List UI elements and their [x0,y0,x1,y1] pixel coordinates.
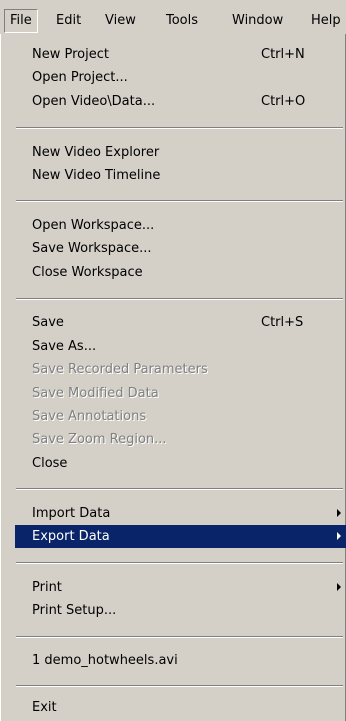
menu-item-label: Save Workspace... [32,241,152,256]
menu-item-new-video-explorer[interactable]: New Video Explorer [15,141,346,164]
menu-file[interactable]: File [4,9,38,33]
menu-item-label: Close Workspace [32,265,143,280]
menu-separator [16,562,343,564]
menu-item-label: 1 demo_hotwheels.avi [32,653,178,668]
menu-item-label: Save Zoom Region... [32,432,167,447]
menu-item-save-zoom-region: Save Zoom Region... [15,428,346,451]
menu-item-export-data[interactable]: Export Data [15,525,346,548]
menu-item-label: Exit [32,700,57,715]
menu-edit[interactable]: Edit [56,11,81,31]
menu-item-close[interactable]: Close [15,452,346,475]
menu-item-label: New Video Timeline [32,168,161,183]
menu-item-open-workspace[interactable]: Open Workspace... [15,214,346,237]
menu-item-open-project[interactable]: Open Project... [15,66,346,89]
submenu-arrow-icon [337,532,341,540]
menu-item-label: Save [32,315,64,330]
menu-item-label: Open Video\Data... [32,94,156,109]
menu-item-label: Print [32,580,62,595]
menu-separator [16,685,343,687]
menu-bar: File Edit View Tools Window Help [0,0,346,34]
menu-separator [16,298,343,300]
menu-item-shortcut: Ctrl+N [261,47,305,62]
dropdown-edge-left [0,34,1,721]
menu-item-save-annotations: Save Annotations [15,405,346,428]
menu-item-new-video-timeline[interactable]: New Video Timeline [15,164,346,187]
menu-separator [16,636,343,638]
menu-item-save-workspace[interactable]: Save Workspace... [15,237,346,260]
menu-item-label: Open Workspace... [32,218,155,233]
menu-item-exit[interactable]: Exit [15,696,346,719]
menu-item-label: Save As... [32,339,97,354]
menu-item-label: New Project [32,47,109,62]
menu-window[interactable]: Window [232,11,283,31]
menu-item-print[interactable]: Print [15,576,346,599]
menu-separator [16,127,343,129]
menu-separator [16,488,343,490]
menu-item-label: Print Setup... [32,603,117,618]
menu-item-label: Open Project... [32,70,128,85]
menu-view[interactable]: View [105,11,136,31]
menu-item-save-recorded-parameters: Save Recorded Parameters [15,358,346,381]
submenu-arrow-icon [337,583,341,591]
menu-item-label: Import Data [32,506,111,521]
menu-item-new-project[interactable]: New Project Ctrl+N [15,43,346,66]
menu-item-shortcut: Ctrl+O [261,94,306,109]
menu-item-close-workspace[interactable]: Close Workspace [15,261,346,284]
menu-item-label: Export Data [32,529,110,544]
menu-item-label: Close [32,456,68,471]
menu-item-label: Save Modified Data [32,386,159,401]
menu-item-save[interactable]: Save Ctrl+S [15,311,346,334]
menu-item-shortcut: Ctrl+S [261,315,304,330]
menu-item-save-as[interactable]: Save As... [15,335,346,358]
menu-help[interactable]: Help [311,11,341,31]
menu-item-import-data[interactable]: Import Data [15,502,346,525]
menu-item-label: New Video Explorer [32,145,160,160]
menu-item-save-modified-data: Save Modified Data [15,382,346,405]
menu-tools[interactable]: Tools [166,11,198,31]
menu-separator [16,200,343,202]
menu-item-label: Save Recorded Parameters [32,362,208,377]
menu-item-label: Save Annotations [32,409,147,424]
menu-item-open-video-data[interactable]: Open Video\Data... Ctrl+O [15,90,346,113]
submenu-arrow-icon [337,509,341,517]
menu-item-print-setup[interactable]: Print Setup... [15,599,346,622]
menu-item-recent-file-1[interactable]: 1 demo_hotwheels.avi [15,649,346,672]
